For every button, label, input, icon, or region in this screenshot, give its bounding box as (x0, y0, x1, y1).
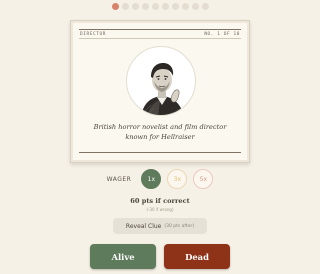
progress-dot (181, 3, 189, 10)
card-bottom-rule (79, 152, 241, 153)
wager-selector: WAGER 1x 3x 5x (0, 169, 320, 189)
card-header: DIRECTOR NO. 1 OF 10 (80, 32, 240, 37)
progress-dot (141, 3, 149, 10)
progress-dot (151, 3, 159, 10)
progress-dot (121, 3, 129, 10)
wager-3x-button[interactable]: 3x (167, 169, 188, 189)
points-text: 60 pts if correct (130, 197, 190, 205)
reveal-clue-cost: (30 pts after) (164, 223, 195, 229)
reveal-clue-label: Reveal Clue (125, 222, 162, 230)
points-penalty-text: (-30 if wrong) (146, 207, 174, 212)
progress-dot (131, 3, 139, 10)
engraved-portrait-icon (141, 63, 184, 115)
progress-dot-current (111, 3, 119, 10)
alive-button[interactable]: Alive (90, 244, 156, 269)
progress-dots (0, 3, 320, 10)
dead-button[interactable]: Dead (164, 244, 230, 269)
reveal-clue-button[interactable]: Reveal Clue (30 pts after) (113, 218, 207, 234)
question-card: DIRECTOR NO. 1 OF 10 British horror nove… (70, 20, 250, 163)
clue-text: British horror novelist and film directo… (93, 123, 227, 141)
progress-dot (201, 3, 209, 10)
wager-1x-button[interactable]: 1x (141, 169, 162, 189)
progress-dot (161, 3, 169, 10)
card-sub-rule (79, 38, 241, 39)
wager-5x-button[interactable]: 5x (193, 169, 214, 189)
portrait-image (126, 46, 196, 116)
card-top-rule (79, 29, 241, 30)
progress-dot (191, 3, 199, 10)
card-category: DIRECTOR (80, 32, 106, 37)
card-counter: NO. 1 OF 10 (204, 32, 240, 37)
progress-dot (171, 3, 179, 10)
wager-label: WAGER (106, 175, 132, 183)
